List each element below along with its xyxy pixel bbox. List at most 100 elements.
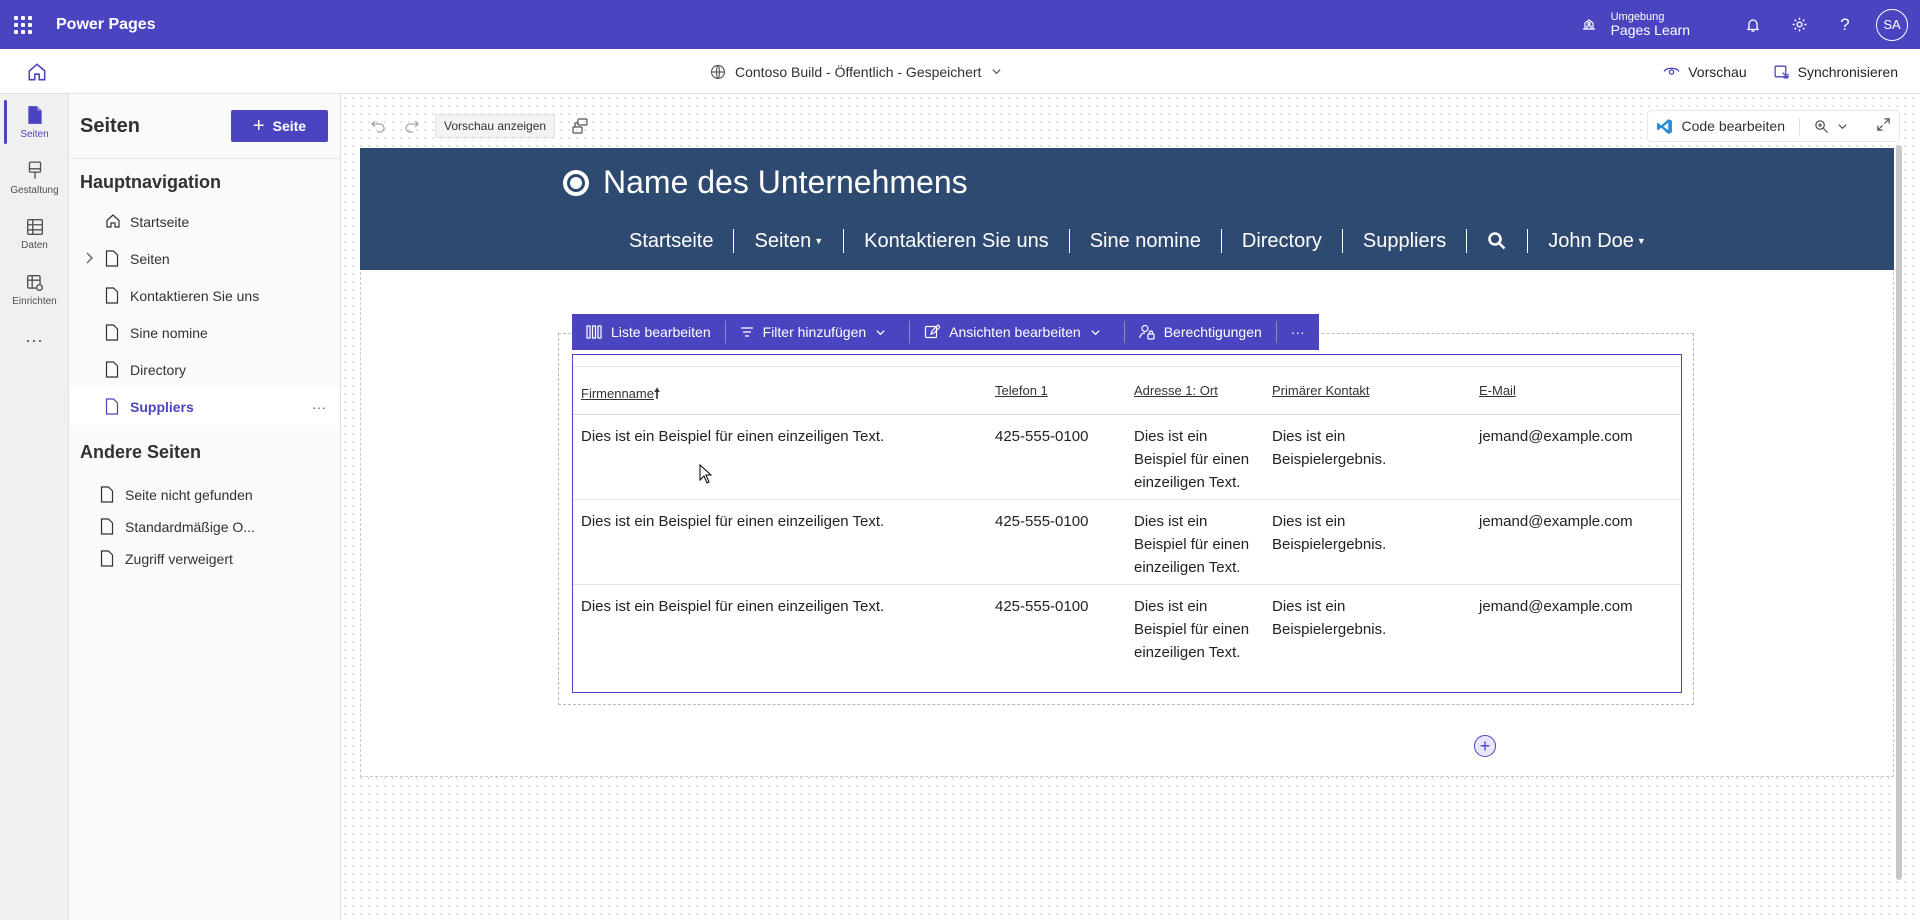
- show-preview-button[interactable]: Vorschau anzeigen: [435, 114, 556, 138]
- site-status-dropdown[interactable]: Contoso Build - Öffentlich - Gespeichert: [710, 49, 1011, 94]
- canvas-scrollbar[interactable]: [1896, 145, 1902, 880]
- preview-button[interactable]: Vorschau: [1663, 63, 1747, 80]
- nav-item-label: Seiten: [130, 250, 170, 267]
- add-filter-label: Filter hinzufügen: [762, 324, 867, 340]
- permissions-button[interactable]: Berechtigungen: [1125, 314, 1276, 350]
- rail-item-setup[interactable]: Einrichten: [0, 262, 69, 318]
- other-item-default[interactable]: Standardmäßige O...: [69, 511, 340, 543]
- edit-list-label: Liste bearbeiten: [611, 324, 711, 340]
- rail-item-data[interactable]: Daten: [0, 206, 69, 262]
- site-nav-pages[interactable]: Seiten ▼: [734, 230, 843, 253]
- notifications-icon[interactable]: [1730, 0, 1776, 49]
- other-item-label: Standardmäßige O...: [125, 519, 255, 535]
- cell-contact: Dies ist ein Beispielergebnis.: [1264, 499, 1471, 585]
- pages-panel: Seiten + Seite Hauptnavigation Startseit…: [69, 94, 341, 920]
- table-row[interactable]: Dies ist ein Beispiel für einen einzeili…: [573, 499, 1681, 585]
- cell-company: Dies ist ein Beispiel für einen einzeili…: [573, 414, 987, 500]
- mouse-cursor-icon: [699, 464, 712, 484]
- table-row[interactable]: Dies ist ein Beispiel für einen einzeili…: [573, 584, 1681, 669]
- brand-logo-icon: [563, 169, 589, 196]
- brand-name: Name des Unternehmens: [603, 164, 968, 200]
- page-icon: [27, 105, 42, 124]
- site-nav-home[interactable]: Startseite: [609, 230, 733, 253]
- page-icon: [105, 287, 119, 304]
- nav-item-home[interactable]: Startseite: [69, 203, 340, 240]
- add-page-button[interactable]: + Seite: [231, 110, 328, 142]
- site-brand[interactable]: Name des Unternehmens: [563, 164, 968, 201]
- nav-item-pages[interactable]: Seiten: [69, 240, 340, 277]
- other-item-not-found[interactable]: Seite nicht gefunden: [69, 479, 340, 511]
- nav-item-sine-nomine[interactable]: Sine nomine: [69, 314, 340, 351]
- undo-icon[interactable]: [361, 112, 395, 140]
- more-options-button[interactable]: ···: [1277, 314, 1319, 350]
- other-pages-title: Andere Seiten: [80, 442, 202, 462]
- vscode-icon: [1657, 118, 1673, 134]
- other-item-label: Seite nicht gefunden: [125, 487, 253, 503]
- edit-view-icon: [925, 324, 941, 339]
- component-tree-icon[interactable]: [563, 112, 597, 140]
- nav-item-suppliers[interactable]: Suppliers ···: [69, 388, 340, 425]
- settings-gear-icon[interactable]: [1776, 0, 1822, 49]
- rail-label: Seiten: [20, 128, 49, 140]
- column-header-city[interactable]: Adresse 1: Ort: [1126, 367, 1264, 415]
- list-top-strip: [573, 355, 1681, 367]
- site-nav-suppliers[interactable]: Suppliers: [1343, 230, 1466, 253]
- rail-more-button[interactable]: ...: [0, 318, 69, 354]
- home-icon[interactable]: [26, 61, 48, 83]
- zoom-icon: [1815, 119, 1829, 133]
- list-table: Firmenname🠕 Telefon 1 Adresse 1: Ort Pri…: [573, 367, 1681, 669]
- rail-item-styling[interactable]: Gestaltung: [0, 150, 69, 206]
- app-launcher-icon[interactable]: [0, 0, 46, 49]
- cell-company: Dies ist ein Beispiel für einen einzeili…: [581, 597, 885, 615]
- cell-company: Dies ist ein Beispiel für einen einzeili…: [573, 499, 987, 585]
- table-row[interactable]: Dies ist ein Beispiel für einen einzeili…: [573, 414, 1681, 500]
- column-header-phone[interactable]: Telefon 1: [987, 367, 1126, 415]
- person-lock-icon: [1139, 324, 1155, 340]
- app-header: Power Pages Umgebung Pages Learn ? SA: [0, 0, 1920, 49]
- main-nav-title: Hauptnavigation: [80, 172, 222, 192]
- site-nav-contact[interactable]: Kontaktieren Sie uns: [844, 230, 1069, 253]
- edit-views-button[interactable]: Ansichten bearbeiten: [910, 314, 1124, 350]
- redo-icon[interactable]: [395, 112, 429, 140]
- left-rail: Seiten Gestaltung Daten Einrichten ...: [0, 94, 69, 920]
- edit-list-button[interactable]: Liste bearbeiten: [572, 314, 725, 350]
- user-avatar[interactable]: SA: [1876, 8, 1908, 41]
- caret-down-icon: ▼: [814, 236, 824, 246]
- command-bar: Contoso Build - Öffentlich - Gespeichert…: [0, 49, 1920, 94]
- list-component[interactable]: Firmenname🠕 Telefon 1 Adresse 1: Ort Pri…: [572, 354, 1682, 693]
- chevron-down-icon: [1838, 123, 1847, 129]
- add-section-button[interactable]: +: [1474, 735, 1496, 757]
- chevron-down-icon: [1091, 329, 1100, 335]
- rail-item-pages[interactable]: Seiten: [0, 94, 69, 150]
- page-icon: [100, 486, 114, 503]
- column-header-email[interactable]: E-Mail: [1471, 367, 1681, 415]
- site-nav-user[interactable]: John Doe ▼: [1528, 230, 1666, 253]
- environment-switcher[interactable]: Umgebung Pages Learn: [1581, 11, 1690, 38]
- app-title[interactable]: Power Pages: [56, 16, 156, 34]
- site-nav-pages-label: Seiten: [754, 229, 812, 252]
- help-icon[interactable]: ?: [1822, 0, 1868, 49]
- site-nav-directory[interactable]: Directory: [1222, 230, 1342, 253]
- column-header-contact[interactable]: Primärer Kontakt: [1264, 367, 1471, 415]
- page-icon: [105, 398, 119, 415]
- site-search-icon[interactable]: [1467, 231, 1527, 251]
- site-nav-sine-nomine[interactable]: Sine nomine: [1070, 230, 1221, 253]
- nav-item-contact[interactable]: Kontaktieren Sie uns: [69, 277, 340, 314]
- nav-item-directory[interactable]: Directory: [69, 351, 340, 388]
- edit-code-button[interactable]: Code bearbeiten: [1656, 117, 1800, 135]
- add-filter-button[interactable]: Filter hinzufügen: [726, 314, 910, 350]
- sync-button[interactable]: Synchronisieren: [1773, 63, 1898, 80]
- cell-phone: 425-555-0100: [987, 414, 1126, 500]
- more-options-icon[interactable]: ···: [312, 399, 326, 415]
- page-icon: [105, 361, 119, 378]
- expand-icon[interactable]: [1862, 117, 1891, 135]
- chevron-right-icon[interactable]: [83, 251, 95, 265]
- design-canvas: Vorschau anzeigen Code bearbeiten Name d…: [341, 94, 1920, 920]
- table-header-row: Firmenname🠕 Telefon 1 Adresse 1: Ort Pri…: [573, 367, 1681, 415]
- sort-ascending-icon: 🠕: [653, 385, 660, 401]
- other-item-access-denied[interactable]: Zugriff verweigert: [69, 543, 340, 575]
- column-header-company[interactable]: Firmenname🠕: [573, 367, 987, 415]
- table-icon: [26, 218, 43, 235]
- zoom-dropdown[interactable]: [1800, 119, 1862, 134]
- eye-icon: [1663, 67, 1680, 75]
